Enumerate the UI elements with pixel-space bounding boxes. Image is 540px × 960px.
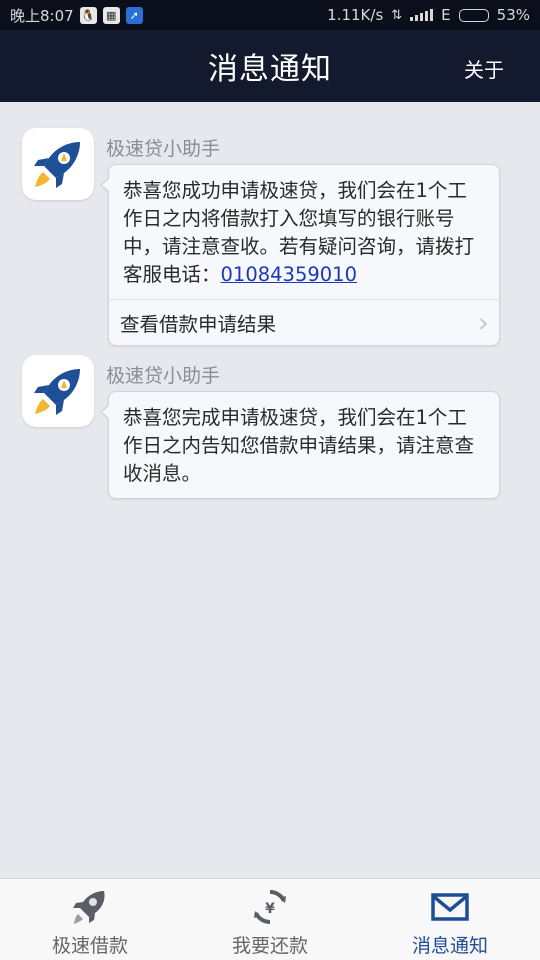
rocket-logo-icon <box>34 369 80 415</box>
app-notification-icon: ▦ <box>102 6 120 24</box>
bottom-tab-bar: 极速借款 ¥ 我要还款 消息通知 <box>0 878 540 960</box>
assistant-avatar <box>22 355 94 427</box>
tab-messages[interactable]: 消息通知 <box>360 879 540 960</box>
repay-icon: ¥ <box>254 889 286 925</box>
tab-label: 极速借款 <box>51 935 128 957</box>
message-bubble: 恭喜您完成申请极速贷，我们会在1个工作日之内告知您借款申请结果，请注意查收消息。 <box>100 391 500 499</box>
battery-icon <box>458 8 489 22</box>
chevron-right-icon: › <box>477 305 489 339</box>
status-bar: 晚上8:07 🐧 ▦ ➚ 1.11K/s ⇅ E 53% <box>0 0 540 30</box>
message-text: 恭喜您成功申请极速贷，我们会在1个工作日之内将借款打入您填写的银行账号中，请注意… <box>109 165 499 299</box>
app-header: 消息通知 关于 <box>0 30 540 102</box>
rocket-icon <box>73 891 105 924</box>
about-button[interactable]: 关于 <box>464 54 504 83</box>
tab-repay[interactable]: ¥ 我要还款 <box>180 879 360 960</box>
qq-icon: 🐧 <box>79 6 97 24</box>
tab-quick-loan[interactable]: 极速借款 <box>0 879 180 960</box>
network-speed: 1.11K/s <box>327 6 384 24</box>
signal-icon <box>410 9 434 21</box>
sender-name: 极速贷小助手 <box>106 365 221 387</box>
message-bubble: 恭喜您成功申请极速贷，我们会在1个工作日之内将借款打入您填写的银行账号中，请注意… <box>100 164 500 346</box>
battery-percent: 53% <box>496 6 530 24</box>
status-time: 晚上8:07 <box>10 6 74 25</box>
rocket-logo-icon <box>34 142 80 188</box>
message-text: 恭喜您完成申请极速贷，我们会在1个工作日之内告知您借款申请结果，请注意查收消息。 <box>123 406 475 485</box>
assistant-avatar <box>22 128 94 200</box>
data-transfer-icon: ⇅ <box>391 7 403 23</box>
svg-text:¥: ¥ <box>265 901 275 917</box>
tab-label: 消息通知 <box>411 935 488 957</box>
mail-icon <box>431 893 469 921</box>
rocket-notification-icon: ➚ <box>125 6 143 24</box>
sender-name: 极速贷小助手 <box>106 138 221 160</box>
network-type: E <box>441 6 451 24</box>
view-result-label: 查看借款申请结果 <box>120 313 277 336</box>
message-item: 极速贷小助手 恭喜您完成申请极速贷，我们会在1个工作日之内告知您借款申请结果，请… <box>22 355 502 499</box>
message-item: 极速贷小助手 恭喜您成功申请极速贷，我们会在1个工作日之内将借款打入您填写的银行… <box>22 128 502 346</box>
page-title: 消息通知 <box>208 52 332 87</box>
view-result-button[interactable]: 查看借款申请结果 › <box>109 299 499 345</box>
tab-label: 我要还款 <box>231 935 308 957</box>
service-phone-link[interactable]: 01084359010 <box>221 263 357 286</box>
